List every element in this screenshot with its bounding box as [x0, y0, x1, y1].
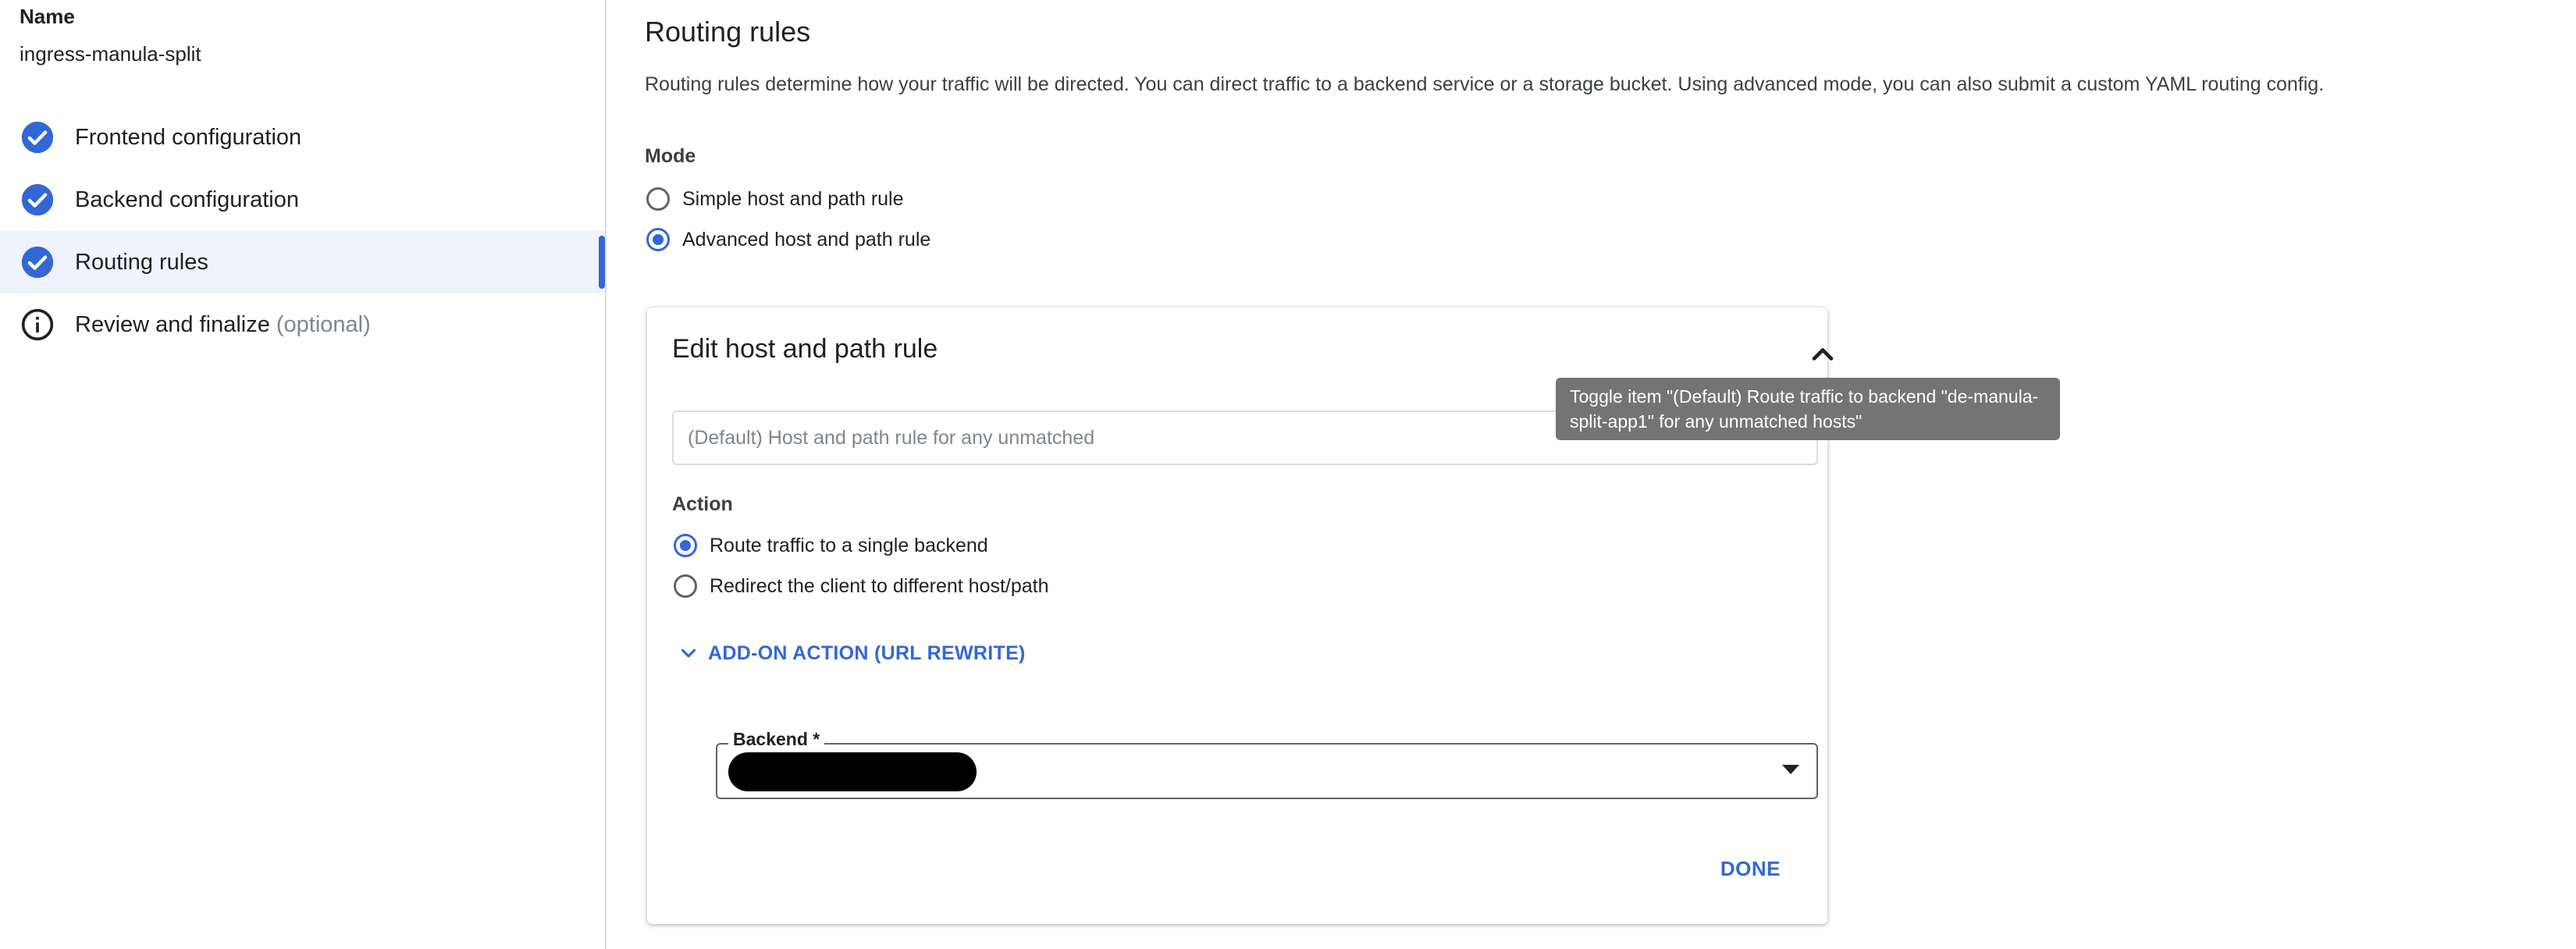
chevron-down-icon: [681, 649, 696, 658]
step-frontend-configuration[interactable]: Frontend configuration: [0, 106, 605, 169]
name-label: Name: [20, 5, 75, 28]
page-title: Routing rules: [645, 16, 811, 48]
radio-button-unchecked[interactable]: [646, 187, 670, 211]
check-circle-icon: [21, 183, 54, 216]
action-label: Action: [672, 493, 733, 515]
toggle-item-tooltip: Toggle item "(Default) Route traffic to …: [1556, 378, 2060, 440]
addon-action-toggle[interactable]: ADD-ON ACTION (URL REWRITE): [677, 642, 1026, 665]
step-review-and-finalize[interactable]: Review and finalize (optional): [0, 293, 605, 356]
check-circle-icon: [21, 246, 54, 279]
radio-button-unchecked[interactable]: [674, 574, 697, 598]
radio-button-checked[interactable]: [674, 534, 697, 557]
card-title: Edit host and path rule: [672, 334, 938, 364]
mode-label: Mode: [645, 145, 696, 167]
info-icon: [21, 308, 54, 341]
backend-select[interactable]: Backend *: [716, 729, 1818, 799]
step-label: Frontend configuration: [75, 124, 302, 150]
step-routing-rules[interactable]: Routing rules: [0, 231, 605, 293]
active-step-indicator: [599, 236, 605, 289]
addon-action-label: ADD-ON ACTION (URL REWRITE): [708, 642, 1026, 664]
step-optional-tag: (optional): [276, 311, 371, 337]
radio-label: Advanced host and path rule: [682, 228, 931, 251]
mode-option-simple[interactable]: Simple host and path rule: [646, 187, 904, 211]
step-label: Routing rules: [75, 249, 208, 275]
redacted-backend-value: [728, 752, 977, 791]
step-label: Review and finalize: [75, 311, 270, 337]
step-backend-configuration[interactable]: Backend configuration: [0, 169, 605, 231]
page-description: Routing rules determine how your traffic…: [645, 73, 2325, 95]
action-option-redirect[interactable]: Redirect the client to different host/pa…: [674, 574, 1049, 598]
action-option-single-backend[interactable]: Route traffic to a single backend: [674, 534, 988, 557]
wizard-sidebar: Name ingress-manula-split Frontend confi…: [0, 0, 607, 949]
done-button[interactable]: DONE: [1720, 857, 1781, 881]
radio-label: Route traffic to a single backend: [710, 534, 988, 556]
check-circle-icon: [21, 121, 54, 154]
radio-button-checked[interactable]: [646, 228, 670, 251]
radio-label: Simple host and path rule: [682, 187, 904, 210]
chevron-up-icon[interactable]: [1806, 337, 1840, 371]
radio-label: Redirect the client to different host/pa…: [710, 574, 1049, 597]
mode-option-advanced[interactable]: Advanced host and path rule: [646, 228, 930, 251]
step-label: Backend configuration: [75, 187, 299, 212]
dropdown-arrow-icon: [1782, 765, 1799, 774]
name-value: ingress-manula-split: [20, 42, 201, 66]
main-content: Routing rules Routing rules determine ho…: [607, 0, 2576, 949]
backend-label: Backend *: [728, 729, 825, 750]
